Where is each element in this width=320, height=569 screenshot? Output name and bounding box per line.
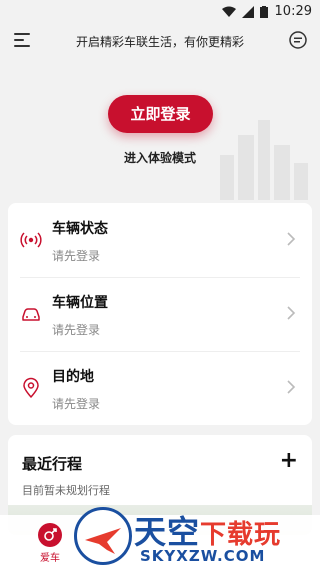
car-icon (22, 308, 40, 321)
login-button[interactable]: 立即登录 (108, 95, 213, 133)
row-subtitle: 请先登录 (52, 323, 101, 337)
chevron-right-icon (287, 306, 296, 320)
chevron-right-icon (287, 380, 296, 394)
wifi-icon (222, 6, 236, 17)
location-pin-icon (23, 377, 39, 398)
row-vehicle-location[interactable]: 车辆位置 请先登录 (8, 277, 312, 351)
row-title: 目的地 (52, 369, 94, 385)
row-destination[interactable]: 目的地 请先登录 (8, 351, 312, 425)
gender-symbol-icon (44, 528, 57, 541)
watermark-logo (74, 507, 132, 565)
battery-icon (260, 6, 268, 18)
tab-label: 爱车 (40, 553, 60, 564)
watermark-main-text: 天空 (134, 513, 201, 551)
status-bar: 10:29 (0, 0, 320, 24)
watermark-url: SKYXZW.COM (140, 547, 266, 565)
chevron-right-icon (287, 232, 296, 246)
row-subtitle: 请先登录 (52, 397, 101, 411)
watermark-accent-text: 下载玩 (200, 520, 282, 550)
car-tab-icon (38, 523, 62, 547)
plane-icon (85, 528, 121, 554)
status-icons (222, 6, 268, 18)
signal-strength-icon (242, 6, 254, 18)
add-trip-button[interactable]: + (280, 450, 298, 472)
vehicle-info-card: 车辆状态 请先登录 车辆位置 请先登录 目的地 请先登录 (8, 203, 312, 425)
signal-icon (20, 232, 42, 248)
tab-car[interactable]: 爱车 (30, 523, 70, 564)
row-vehicle-status[interactable]: 车辆状态 请先登录 (8, 203, 312, 277)
row-title: 车辆状态 (52, 221, 108, 237)
app-header: 开启精彩车联生活，有你更精彩 (0, 24, 320, 60)
watermark: 天空下载玩 SKYXZW.COM (70, 505, 320, 569)
trip-title: 最近行程 (22, 455, 83, 473)
row-subtitle: 请先登录 (52, 249, 101, 263)
row-title: 车辆位置 (52, 295, 108, 311)
trip-empty-text: 目前暂未规划行程 (22, 484, 110, 497)
status-time: 10:29 (274, 4, 312, 19)
header-slogan: 开启精彩车联生活，有你更精彩 (75, 35, 244, 49)
trial-mode-link[interactable]: 进入体验模式 (0, 149, 320, 166)
message-icon[interactable] (288, 30, 308, 50)
menu-icon[interactable] (12, 30, 32, 50)
